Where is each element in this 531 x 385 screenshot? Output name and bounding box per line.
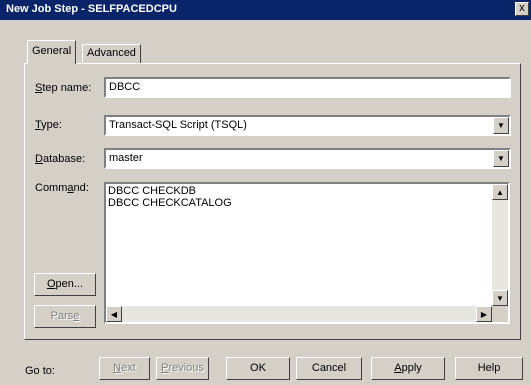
window-title: New Job Step - SELFPACEDCPU xyxy=(6,3,177,15)
vertical-scrollbar[interactable]: ▲ ▼ xyxy=(492,184,508,306)
database-label: Database: xyxy=(35,153,86,165)
arrow-up-icon: ▲ xyxy=(496,187,504,197)
cancel-button[interactable]: Cancel xyxy=(296,357,362,380)
database-select[interactable]: master ▼ xyxy=(104,148,511,169)
title-bar: New Job Step - SELFPACEDCPU x xyxy=(0,0,531,20)
arrow-down-icon: ▼ xyxy=(496,293,504,303)
parse-button[interactable]: Parse xyxy=(34,305,96,328)
type-dropdown-button[interactable]: ▼ xyxy=(493,117,509,134)
type-label: Type: xyxy=(35,119,62,131)
close-icon: x xyxy=(519,2,525,14)
tab-advanced[interactable]: Advanced xyxy=(82,44,141,63)
ok-button[interactable]: OK xyxy=(226,357,290,380)
type-select[interactable]: Transact-SQL Script (TSQL) ▼ xyxy=(104,115,511,136)
open-button[interactable]: Open... xyxy=(34,273,96,296)
chevron-down-icon: ▼ xyxy=(497,154,505,163)
scroll-up-button[interactable]: ▲ xyxy=(492,184,508,200)
database-dropdown-button[interactable]: ▼ xyxy=(493,150,509,167)
scrollbar-corner xyxy=(492,306,508,322)
step-name-label: Step name: xyxy=(35,82,92,94)
help-button[interactable]: Help xyxy=(455,357,523,380)
arrow-right-icon: ▶ xyxy=(480,309,488,319)
arrow-left-icon: ◀ xyxy=(110,309,118,319)
goto-label: Go to: xyxy=(25,365,55,377)
tab-general[interactable]: General xyxy=(27,40,77,64)
scroll-right-button[interactable]: ▶ xyxy=(476,306,492,322)
next-button[interactable]: Next xyxy=(99,357,150,380)
scroll-left-button[interactable]: ◀ xyxy=(106,306,122,322)
step-name-input[interactable]: DBCC xyxy=(104,77,511,98)
close-button[interactable]: x xyxy=(515,2,529,16)
previous-button[interactable]: Previous xyxy=(156,357,209,380)
command-text: DBCC CHECKDB DBCC CHECKCATALOG xyxy=(108,185,232,209)
command-textarea[interactable]: DBCC CHECKDB DBCC CHECKCATALOG ▲ ▼ ◀ ▶ xyxy=(104,182,510,324)
scroll-down-button[interactable]: ▼ xyxy=(492,290,508,306)
apply-button[interactable]: Apply xyxy=(371,357,445,380)
horizontal-scrollbar[interactable]: ◀ ▶ xyxy=(106,306,492,322)
command-label: Command: xyxy=(35,182,89,194)
chevron-down-icon: ▼ xyxy=(497,121,505,130)
